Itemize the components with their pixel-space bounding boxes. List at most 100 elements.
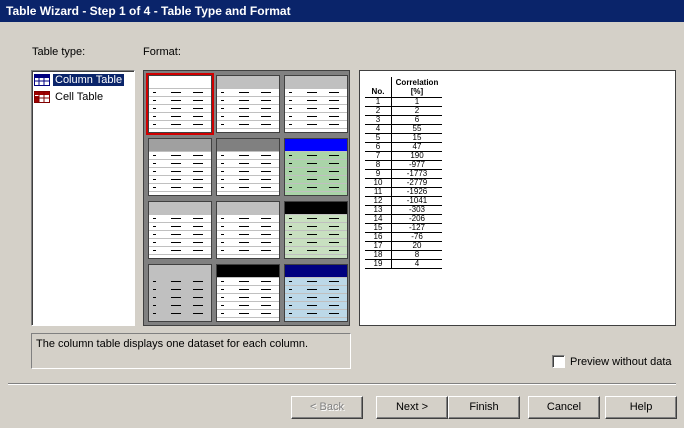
back-button[interactable]: < Back bbox=[291, 396, 363, 419]
thumbnail-row bbox=[149, 309, 211, 317]
preview-table: No. Correlation [%] 1 1 2 2 3 6 4 55 5 15 6 47 7 190 8-… bbox=[365, 77, 442, 269]
thumbnail-row bbox=[285, 96, 347, 104]
format-thumbnail[interactable] bbox=[216, 201, 280, 259]
thumbnail-row bbox=[285, 120, 347, 128]
thumbnail-row bbox=[217, 246, 279, 254]
thumbnail-row bbox=[149, 104, 211, 112]
table-type-item-cell-table[interactable]: Cell Table bbox=[32, 88, 134, 105]
thumbnail-header bbox=[285, 265, 347, 277]
thumbnail-row bbox=[285, 112, 347, 120]
thumbnail-header bbox=[217, 202, 279, 214]
next-button[interactable]: Next > bbox=[376, 396, 448, 419]
thumbnail-row bbox=[217, 222, 279, 230]
format-thumbnail[interactable] bbox=[216, 75, 280, 133]
thumbnail-row bbox=[285, 285, 347, 293]
thumbnail-row bbox=[217, 96, 279, 104]
thumbnail-row bbox=[285, 293, 347, 301]
thumbnail-row bbox=[217, 293, 279, 301]
thumbnail-row bbox=[285, 88, 347, 96]
table-type-list[interactable]: Column Table Cell Table bbox=[31, 70, 135, 326]
cell-table-icon bbox=[34, 90, 50, 103]
preview-col-correlation: Correlation [%] bbox=[391, 77, 442, 98]
format-description: The column table displays one dataset fo… bbox=[31, 333, 351, 369]
button-separator bbox=[8, 383, 676, 385]
thumbnail-row bbox=[149, 175, 211, 183]
format-thumbnail[interactable] bbox=[284, 138, 348, 196]
thumbnail-row bbox=[285, 191, 347, 195]
table-type-label-cell: Cell Table bbox=[55, 90, 104, 103]
format-thumbnail[interactable] bbox=[148, 201, 212, 259]
thumbnail-row bbox=[149, 183, 211, 191]
format-thumbnail[interactable] bbox=[148, 138, 212, 196]
cancel-button[interactable]: Cancel bbox=[528, 396, 600, 419]
preview-cell-correlation: 4 bbox=[391, 259, 442, 269]
thumbnail-row bbox=[149, 159, 211, 167]
checkbox-box[interactable] bbox=[552, 355, 565, 368]
thumbnail-header bbox=[217, 76, 279, 88]
thumbnail-row bbox=[217, 175, 279, 183]
thumbnail-header bbox=[285, 202, 347, 214]
thumbnail-header bbox=[149, 139, 211, 151]
thumbnail-row bbox=[285, 104, 347, 112]
thumbnail-row bbox=[285, 167, 347, 175]
thumbnail-row bbox=[149, 167, 211, 175]
format-thumbnail[interactable] bbox=[148, 264, 212, 322]
thumbnail-header bbox=[285, 139, 347, 151]
preview-row: 19 4 bbox=[365, 259, 442, 269]
thumbnail-row bbox=[217, 88, 279, 96]
format-thumbnail[interactable] bbox=[284, 201, 348, 259]
thumbnail-row bbox=[217, 230, 279, 238]
thumbnail-row bbox=[217, 159, 279, 167]
thumbnail-row bbox=[217, 120, 279, 128]
thumbnail-row bbox=[217, 285, 279, 293]
thumbnail-row bbox=[285, 222, 347, 230]
thumbnail-row bbox=[217, 309, 279, 317]
format-thumbnail[interactable] bbox=[146, 73, 214, 135]
format-thumbnail[interactable] bbox=[216, 138, 280, 196]
thumbnail-row bbox=[149, 246, 211, 254]
thumbnail-row bbox=[217, 317, 279, 321]
format-thumbnail[interactable] bbox=[216, 264, 280, 322]
thumbnail-row bbox=[149, 128, 211, 132]
thumbnail-row bbox=[149, 285, 211, 293]
preview-without-data-label: Preview without data bbox=[570, 355, 672, 368]
thumbnail-row bbox=[285, 214, 347, 222]
format-thumbnail[interactable] bbox=[284, 264, 348, 322]
thumbnail-row bbox=[149, 230, 211, 238]
thumbnail-row bbox=[217, 277, 279, 285]
format-gallery[interactable] bbox=[143, 70, 350, 326]
thumbnail-header bbox=[149, 202, 211, 214]
thumbnail-row bbox=[149, 301, 211, 309]
help-button[interactable]: Help bbox=[605, 396, 677, 419]
thumbnail-row bbox=[285, 151, 347, 159]
thumbnail-row bbox=[149, 238, 211, 246]
thumbnail-row bbox=[285, 246, 347, 254]
format-thumbnail[interactable] bbox=[284, 75, 348, 133]
window-title: Table Wizard - Step 1 of 4 - Table Type … bbox=[0, 0, 684, 22]
thumbnail-row bbox=[285, 183, 347, 191]
thumbnail-header bbox=[217, 265, 279, 277]
table-type-label: Table type: bbox=[32, 46, 86, 58]
thumbnail-header bbox=[149, 76, 211, 88]
finish-button[interactable]: Finish bbox=[448, 396, 520, 419]
thumbnail-row bbox=[217, 183, 279, 191]
thumbnail-row bbox=[149, 254, 211, 258]
thumbnail-row bbox=[217, 301, 279, 309]
column-table-icon bbox=[34, 73, 50, 86]
thumbnail-row bbox=[217, 214, 279, 222]
table-type-label-column: Column Table bbox=[53, 73, 125, 86]
preview-without-data-checkbox[interactable]: Preview without data bbox=[552, 355, 672, 368]
thumbnail-row bbox=[149, 88, 211, 96]
preview-cell-no: 19 bbox=[365, 259, 392, 269]
thumbnail-row bbox=[285, 128, 347, 132]
thumbnail-row bbox=[149, 293, 211, 301]
thumbnail-header bbox=[217, 139, 279, 151]
thumbnail-row bbox=[285, 230, 347, 238]
thumbnail-row bbox=[285, 254, 347, 258]
thumbnail-row bbox=[285, 175, 347, 183]
table-type-item-column-table[interactable]: Column Table bbox=[32, 71, 134, 88]
thumbnail-header bbox=[149, 265, 211, 277]
thumbnail-row bbox=[149, 191, 211, 195]
thumbnail-row bbox=[285, 301, 347, 309]
table-preview: No. Correlation [%] 1 1 2 2 3 6 4 55 5 15 6 47 7 190 8-… bbox=[359, 70, 676, 326]
